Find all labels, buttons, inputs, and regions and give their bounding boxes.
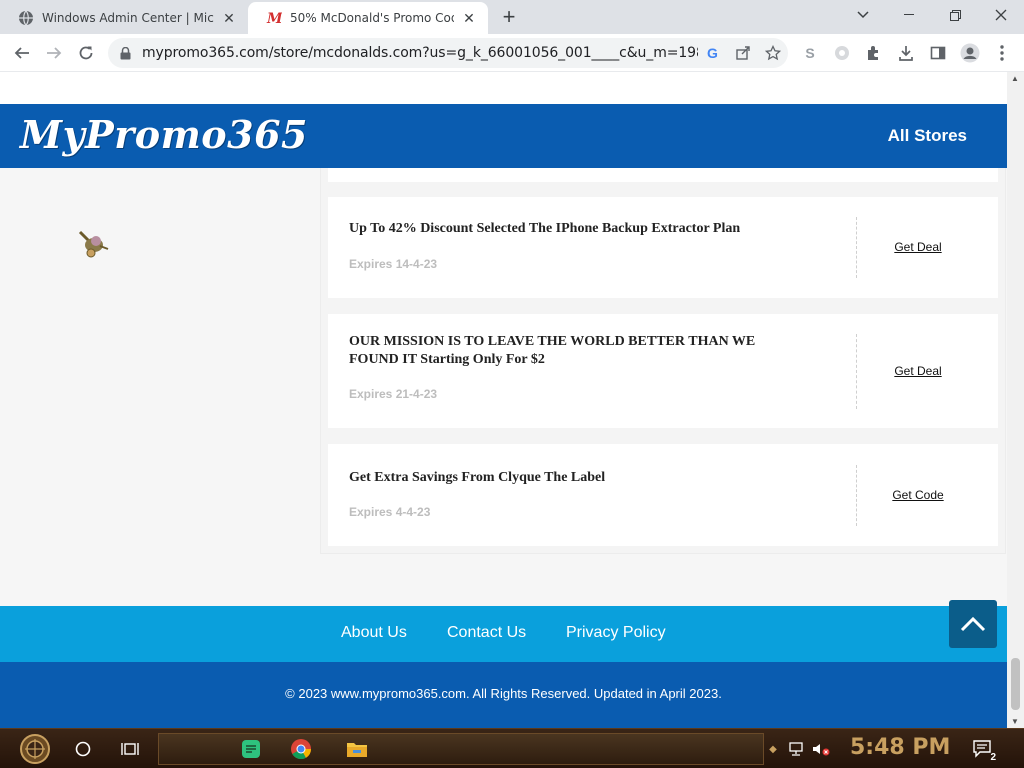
deal-card: Up To 42% Discount Selected The IPhone B… <box>328 197 998 298</box>
scroll-up-icon[interactable]: ▲ <box>1011 74 1019 83</box>
browser-tab-strip: Windows Admin Center | Micro ✕ M 50% McD… <box>0 0 1024 34</box>
forward-button[interactable] <box>40 39 68 67</box>
tab-title: 50% McDonald's Promo Code, C <box>290 11 454 25</box>
notification-count-badge: 2 <box>990 752 996 763</box>
url-text[interactable]: mypromo365.com/store/mcdonalds.com?us=g_… <box>142 45 698 61</box>
volume-muted-icon[interactable] <box>810 733 832 765</box>
globe-icon <box>18 10 34 26</box>
browser-menu-icon[interactable] <box>988 39 1016 67</box>
profile-avatar-icon[interactable] <box>956 39 984 67</box>
side-panel-icon[interactable] <box>924 39 952 67</box>
network-icon[interactable] <box>786 733 808 765</box>
footer-nav: About Us Contact Us Privacy Policy <box>0 606 1007 662</box>
tab-windows-admin-center[interactable]: Windows Admin Center | Micro ✕ <box>0 2 248 34</box>
flying-creature-icon <box>76 228 110 260</box>
get-deal-button[interactable]: Get Deal <box>868 364 968 378</box>
deal-divider <box>856 334 857 409</box>
m-logo-icon: M <box>266 10 282 26</box>
tab-search-chevron-icon[interactable] <box>840 0 886 30</box>
deal-title: Up To 42% Discount Selected The IPhone B… <box>349 221 741 236</box>
deal-title: Get Extra Savings From Clyque The Label <box>349 470 606 485</box>
get-deal-button[interactable]: Get Deal <box>868 240 968 254</box>
address-bar[interactable]: mypromo365.com/store/mcdonalds.com?us=g_… <box>108 38 788 68</box>
back-to-top-button[interactable] <box>949 600 997 648</box>
task-view-icon[interactable] <box>115 733 145 765</box>
tab-mcdonalds-promo[interactable]: M 50% McDonald's Promo Code, C ✕ <box>248 2 488 34</box>
bookmark-star-icon[interactable] <box>758 40 788 66</box>
windows-taskbar: ◆ 5:48 PM 2 <box>0 728 1024 768</box>
svg-text:G: G <box>707 45 718 61</box>
deal-card: Get Extra Savings From Clyque The Label … <box>328 444 998 546</box>
page-viewport: MyPromo365 All Stores Up To 42% Discount… <box>0 72 1024 728</box>
deal-card: OUR MISSION IS TO LEAVE THE WORLD BETTER… <box>328 314 998 428</box>
notes-app-icon[interactable] <box>236 733 266 765</box>
deal-expiry: Expires 21-4-23 <box>349 387 438 401</box>
browser-toolbar: mypromo365.com/store/mcdonalds.com?us=g_… <box>0 34 1024 72</box>
taskbar-clock[interactable]: 5:48 PM <box>850 735 950 760</box>
show-hidden-icons-icon[interactable]: ◆ <box>766 733 780 765</box>
tab-title: Windows Admin Center | Micro <box>42 11 214 25</box>
reload-button[interactable] <box>72 39 100 67</box>
file-explorer-icon[interactable] <box>342 733 372 765</box>
chevron-up-icon <box>960 616 986 632</box>
deal-expiry: Expires 14-4-23 <box>349 257 438 271</box>
back-button[interactable] <box>8 39 36 67</box>
extension-circle-icon[interactable] <box>828 39 856 67</box>
previous-deal-card <box>328 168 998 182</box>
tab-close-icon[interactable]: ✕ <box>220 9 238 27</box>
lock-icon[interactable] <box>118 46 132 60</box>
chrome-icon[interactable] <box>286 733 316 765</box>
footer-link-privacy-policy[interactable]: Privacy Policy <box>566 624 666 642</box>
get-code-button[interactable]: Get Code <box>868 488 968 502</box>
extensions-puzzle-icon[interactable] <box>860 39 888 67</box>
footer-link-contact-us[interactable]: Contact Us <box>447 624 526 642</box>
page-scrollbar[interactable]: ▲ ▼ <box>1007 72 1024 728</box>
site-header: MyPromo365 All Stores <box>0 104 1007 168</box>
copyright-text: © 2023 www.mypromo365.com. All Rights Re… <box>285 686 722 701</box>
all-stores-link[interactable]: All Stores <box>888 126 967 146</box>
deal-title: OUR MISSION IS TO LEAVE THE WORLD BETTER… <box>349 334 756 367</box>
start-button[interactable] <box>10 733 60 765</box>
scrollbar-thumb[interactable] <box>1011 658 1020 710</box>
site-logo[interactable]: MyPromo365 <box>20 112 308 157</box>
svg-text:M: M <box>266 11 282 26</box>
minimize-button[interactable] <box>886 0 932 30</box>
scroll-down-icon[interactable]: ▼ <box>1011 717 1019 726</box>
extension-s-icon[interactable]: S <box>796 39 824 67</box>
footer-link-about-us[interactable]: About Us <box>341 624 407 642</box>
restore-button[interactable] <box>932 0 978 30</box>
notifications-icon[interactable]: 2 <box>968 733 998 765</box>
deal-divider <box>856 217 857 278</box>
deal-expiry: Expires 4-4-23 <box>349 505 431 519</box>
download-icon[interactable] <box>892 39 920 67</box>
search-circle-icon[interactable] <box>68 733 98 765</box>
tab-close-icon[interactable]: ✕ <box>460 9 478 27</box>
share-icon[interactable] <box>728 40 758 66</box>
footer-copyright-bar: © 2023 www.mypromo365.com. All Rights Re… <box>0 662 1007 728</box>
close-window-button[interactable] <box>978 0 1024 30</box>
google-lens-icon[interactable]: G <box>698 40 728 66</box>
deal-divider <box>856 465 857 526</box>
new-tab-button[interactable]: + <box>496 5 522 31</box>
